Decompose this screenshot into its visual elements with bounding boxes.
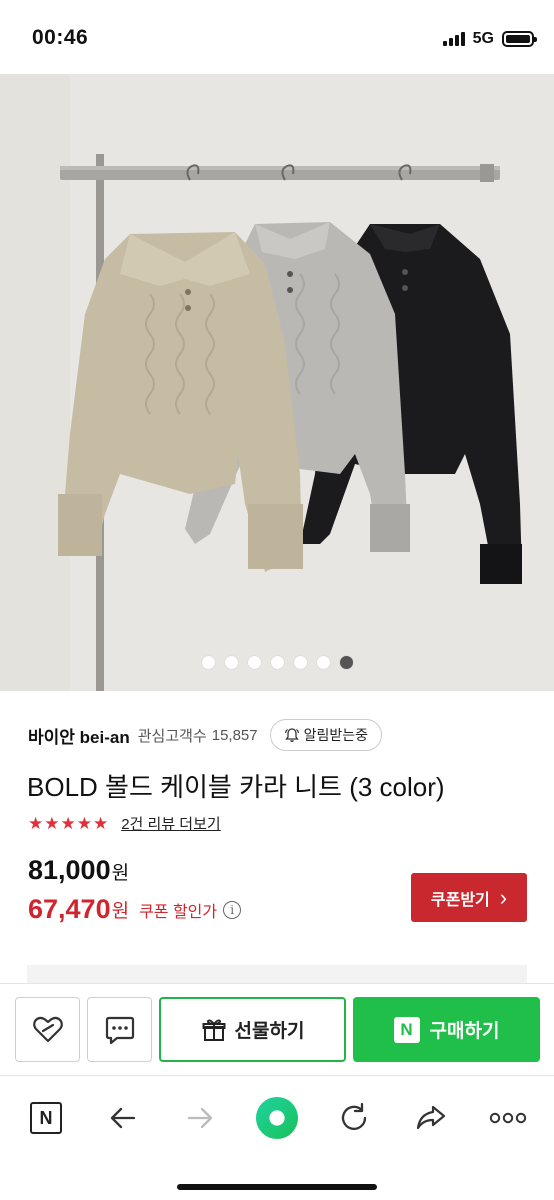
alarm-label: 알림받는중 [303,727,369,743]
green-dot-icon [255,1096,299,1140]
battery-icon [502,31,537,47]
carousel-dot[interactable] [316,656,330,669]
back-button[interactable] [101,1096,145,1140]
partial-panel [27,965,527,983]
sale-price-currency: 원 [111,901,130,922]
wishlist-button[interactable] [15,997,80,1062]
original-price: 81,000 원 [28,855,129,886]
forward-button[interactable] [178,1096,222,1140]
original-price-currency: 원 [111,863,130,884]
carousel-dot[interactable] [247,656,261,669]
share-button[interactable] [409,1096,453,1140]
refresh-button[interactable] [332,1096,376,1140]
seller-name[interactable]: 바이안 bei-an [28,723,130,748]
follower-label: 관심고객수 [137,727,207,745]
carousel-dot[interactable] [339,656,353,669]
carousel-dot[interactable] [224,656,238,669]
gift-icon [202,1019,226,1041]
bell-icon [284,728,299,742]
signal-icon [442,32,465,46]
naver-home-button[interactable]: N [24,1096,68,1140]
browser-toolbar: N [0,1075,554,1200]
status-indicators: 5G [442,30,537,48]
coupon-button[interactable]: 쿠폰받기 › [411,873,527,922]
naver-n-icon: N [393,1016,420,1043]
chat-bubble-icon [105,1016,134,1044]
coupon-button-label: 쿠폰받기 [430,891,490,909]
sale-label: 쿠폰 할인가 [139,903,218,921]
seller-row: 바이안 bei-an 관심고객수 15,857 알림받는중 [28,719,534,751]
heart-outline-icon [32,1016,63,1042]
chat-button[interactable] [87,997,152,1062]
product-photo [0,74,554,691]
carousel-dot[interactable] [270,656,284,669]
alarm-button[interactable]: 알림받는중 [269,719,383,751]
network-type: 5G [472,30,494,47]
more-icon [489,1112,527,1124]
follower-count: 15,857 [211,726,258,744]
chevron-right-icon: › [499,884,508,910]
carousel-dot[interactable] [201,656,215,669]
share-icon [416,1105,446,1130]
gift-button[interactable]: 선물하기 [159,997,346,1062]
review-link[interactable]: 2건 리뷰 더보기 [121,813,220,834]
status-time: 00:46 [32,26,89,49]
rating-row: ★★★★★ 2건 리뷰 더보기 [28,813,221,834]
buy-button[interactable]: N 구매하기 [353,997,540,1062]
purchase-action-bar: 선물하기 N 구매하기 [0,983,554,1075]
naver-home-icon: N [30,1102,62,1134]
star-rating: ★★★★★ [28,813,110,833]
original-price-value: 81,000 [28,855,111,885]
gift-button-label: 선물하기 [234,1021,305,1042]
product-image-carousel[interactable] [0,74,554,691]
buy-button-label: 구매하기 [429,1021,500,1042]
home-indicator [177,1184,377,1190]
sale-price-value: 67,470 [28,894,111,924]
refresh-icon [341,1102,367,1130]
info-icon[interactable]: i [223,900,242,919]
carousel-dot[interactable] [293,656,307,669]
product-title: BOLD 볼드 케이블 카라 니트 (3 color) [27,772,445,802]
more-button[interactable] [486,1096,530,1140]
product-info: 바이안 bei-an 관심고객수 15,857 알림받는중 BOLD 볼드 케이… [0,691,554,983]
forward-arrow-icon [187,1107,213,1129]
carousel-pagination[interactable] [0,656,554,669]
sale-price: 67,470 원 쿠폰 할인가 i [28,894,242,925]
green-dot-button[interactable] [255,1096,299,1140]
back-arrow-icon [110,1107,136,1129]
status-bar: 00:46 5G [0,0,554,74]
